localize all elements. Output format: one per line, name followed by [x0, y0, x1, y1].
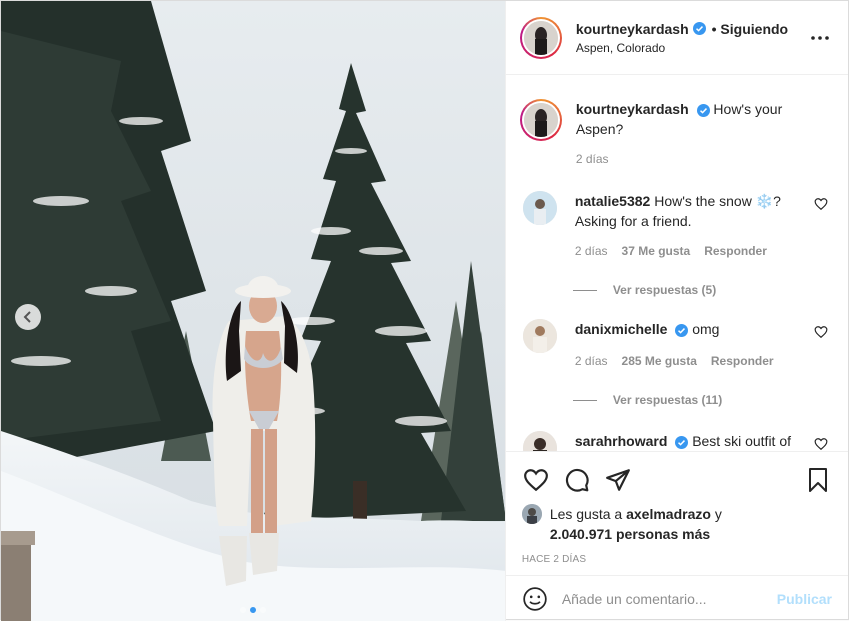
- publish-button[interactable]: Publicar: [777, 591, 832, 607]
- reply-button[interactable]: Responder: [704, 241, 767, 261]
- commenter-avatar-image: [522, 191, 557, 225]
- comment-username[interactable]: natalie5382: [575, 193, 651, 209]
- replies-divider: [572, 289, 597, 291]
- caption-avatar[interactable]: [519, 99, 562, 141]
- carousel-prev-button[interactable]: [15, 304, 41, 330]
- comment-button[interactable]: [563, 466, 591, 494]
- comment-time[interactable]: 2 días: [575, 351, 608, 371]
- post-photo[interactable]: [1, 1, 505, 621]
- post-actions: Les gusta a axelmadrazo y 2.040.971 pers…: [505, 451, 848, 575]
- author-username[interactable]: kourtneykardash: [576, 21, 689, 37]
- more-options-icon[interactable]: [808, 26, 832, 50]
- heart-icon: [523, 469, 548, 492]
- comment-bubble-icon: [565, 468, 589, 492]
- view-replies-label: Ver respuestas (5): [612, 283, 717, 297]
- caption-username[interactable]: kourtneykardash: [576, 101, 689, 117]
- carousel-dot: [259, 607, 266, 613]
- comment-item: sarahrhoward Best ski outfit of: [520, 431, 832, 451]
- following-button[interactable]: • Siguiendo: [712, 21, 788, 37]
- comment-item: natalie5382 How's the snow ❄️? Asking fo…: [520, 191, 832, 261]
- comment-username[interactable]: danixmichelle: [575, 321, 668, 337]
- liker-username[interactable]: axelmadrazo: [626, 506, 711, 522]
- caption-avatar-image: [523, 103, 558, 137]
- carousel-dot: [239, 607, 246, 613]
- view-replies-button[interactable]: Ver respuestas (5): [572, 283, 832, 297]
- liker-avatar[interactable]: [521, 504, 542, 524]
- instagram-post: kourtneykardash • Siguiendo Aspen, Color…: [0, 0, 849, 621]
- like-comment-heart-icon[interactable]: [814, 325, 828, 339]
- comments-list[interactable]: kourtneykardash How's your Aspen? 2 días…: [506, 75, 848, 451]
- post-side-panel: kourtneykardash • Siguiendo Aspen, Color…: [504, 1, 848, 621]
- carousel-indicator: [1, 607, 505, 613]
- likes-count[interactable]: 2.040.971 personas más: [550, 526, 710, 542]
- comment-time[interactable]: 2 días: [575, 241, 608, 261]
- share-button[interactable]: [604, 466, 632, 494]
- likes-prefix: Les gusta a: [549, 506, 623, 522]
- comment-text: How's the snow: [654, 193, 756, 209]
- paper-plane-icon: [605, 469, 630, 491]
- author-avatar[interactable]: [519, 16, 562, 59]
- verified-badge-icon: [692, 22, 706, 35]
- comment-likes[interactable]: 37 Me gusta: [622, 241, 691, 261]
- caption: kourtneykardash How's your Aspen? 2 días: [519, 99, 832, 169]
- comment-username[interactable]: sarahrhoward: [575, 433, 668, 449]
- commenter-avatar[interactable]: [522, 191, 557, 225]
- verified-badge-icon: [675, 435, 689, 449]
- commenter-avatar[interactable]: [522, 319, 557, 353]
- bookmark-icon: [809, 468, 827, 492]
- likes-summary[interactable]: Les gusta a axelmadrazo y 2.040.971 pers…: [521, 504, 832, 544]
- like-button[interactable]: [522, 466, 550, 494]
- liker-avatar-image: [521, 504, 542, 524]
- chevron-left-icon: [23, 311, 31, 323]
- author-avatar-image: [523, 20, 558, 55]
- snowflake-emoji: ❄️: [755, 193, 774, 209]
- comment-likes[interactable]: 285 Me gusta: [622, 351, 697, 371]
- comment-text: omg: [692, 321, 720, 337]
- like-comment-heart-icon[interactable]: [814, 197, 828, 211]
- reply-button[interactable]: Responder: [711, 351, 774, 371]
- commenter-avatar[interactable]: [522, 431, 557, 451]
- verified-badge-icon: [675, 323, 689, 337]
- add-comment-bar: Publicar: [505, 575, 848, 621]
- verified-badge-icon: [696, 103, 710, 117]
- view-replies-button[interactable]: Ver respuestas (11): [572, 393, 832, 407]
- comment-item: danixmichelle omg 2 días 285 Me gusta Re…: [520, 319, 832, 371]
- replies-divider: [572, 399, 597, 401]
- post-timestamp[interactable]: HACE 2 DÍAS: [522, 554, 832, 565]
- save-button[interactable]: [804, 466, 832, 494]
- post-location[interactable]: Aspen, Colorado: [576, 41, 808, 55]
- emoji-icon[interactable]: [522, 586, 548, 612]
- like-comment-heart-icon[interactable]: [814, 437, 828, 451]
- comment-text: Best ski outfit of: [692, 433, 792, 449]
- view-replies-label: Ver respuestas (11): [612, 393, 723, 407]
- carousel-dot-active: [249, 607, 256, 613]
- commenter-avatar-image: [522, 319, 557, 353]
- comment-input[interactable]: [561, 590, 777, 607]
- likes-joiner: y: [714, 506, 722, 522]
- post-header: kourtneykardash • Siguiendo Aspen, Color…: [505, 1, 848, 75]
- photo-image: [1, 1, 505, 621]
- commenter-avatar-image: [522, 431, 557, 451]
- caption-time[interactable]: 2 días: [576, 149, 609, 169]
